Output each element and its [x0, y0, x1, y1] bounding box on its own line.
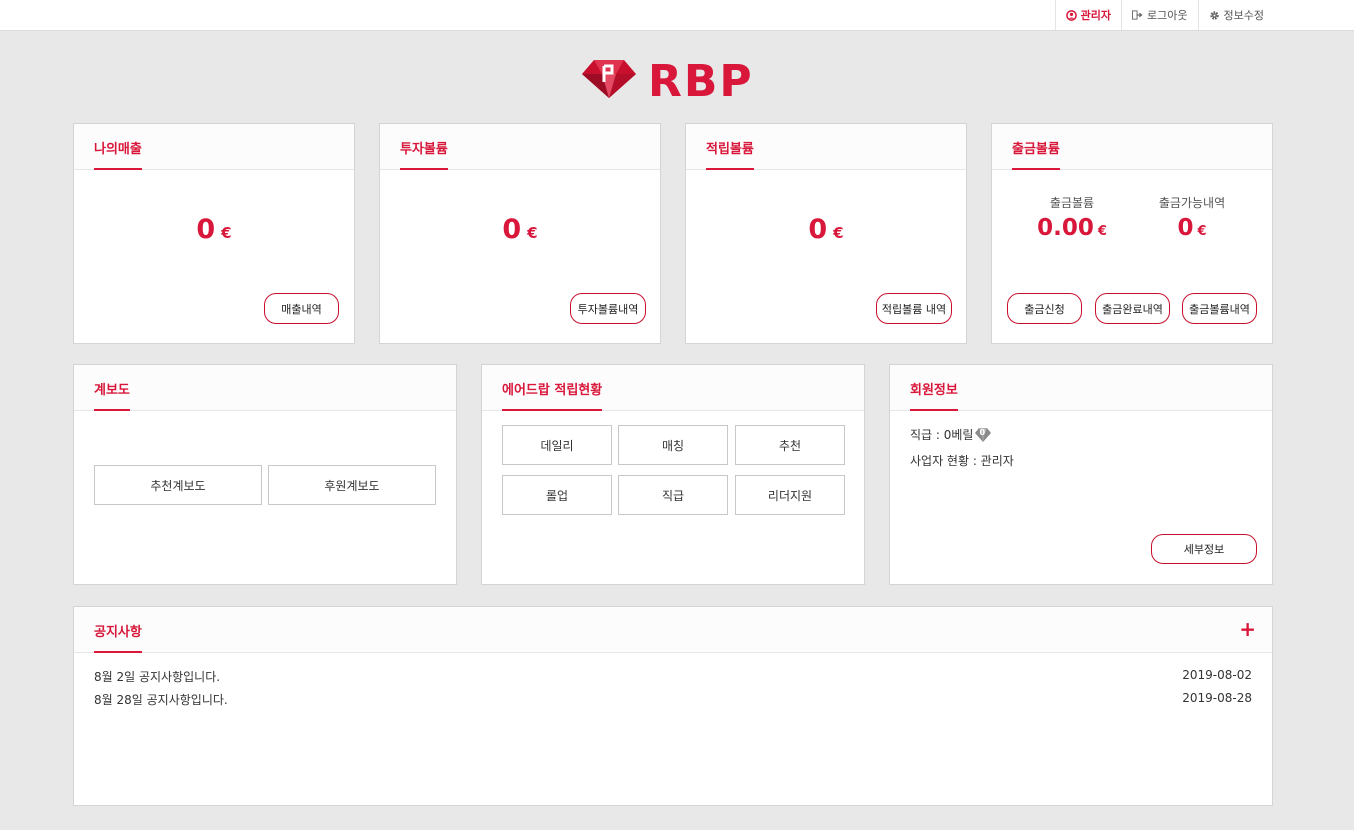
notice-item-title[interactable]: 8월 2일 공지사항입니다.	[94, 668, 220, 685]
invest-history-button[interactable]: 투자볼륨내역	[570, 293, 646, 324]
accum-card: 적립볼륨 0 € 적립볼륨 내역	[685, 123, 967, 344]
sales-amount: 0	[196, 214, 216, 245]
airdrop-leader-button[interactable]: 리더지원	[735, 475, 845, 515]
sales-history-button[interactable]: 매출내역	[264, 293, 339, 324]
admin-label: 관리자	[1080, 9, 1112, 22]
withdraw-available-currency: €	[1197, 224, 1207, 239]
airdrop-panel: 에어드랍 적립현황 데일리 매칭 추천 롤업 직급 리더지원	[481, 364, 865, 585]
withdraw-volume-currency: €	[1097, 224, 1107, 239]
sponsor-tree-button[interactable]: 후원계보도	[268, 465, 436, 505]
withdraw-volume-value: 0.00	[1037, 215, 1094, 241]
top-bar: 관리자 로그아웃 정보수정	[0, 0, 1354, 31]
sales-card-title: 나의매출	[94, 138, 142, 170]
airdrop-referral-button[interactable]: 추천	[735, 425, 845, 465]
withdraw-available-value: 0	[1177, 215, 1194, 241]
accum-value: 0 €	[686, 214, 966, 245]
airdrop-rollup-button[interactable]: 롤업	[502, 475, 612, 515]
invest-amount: 0	[502, 214, 522, 245]
withdraw-volume-label: 출금볼륨	[1049, 196, 1095, 210]
sales-value: 0 €	[74, 214, 354, 245]
admin-link[interactable]: 관리자	[1054, 0, 1121, 30]
notice-item[interactable]: 8월 2일 공지사항입니다. 2019-08-02	[94, 668, 1252, 685]
member-rank: 직급 : 0베릴 0	[910, 426, 992, 443]
invest-currency: €	[527, 224, 538, 242]
edit-info-label: 정보수정	[1223, 9, 1264, 22]
logout-link[interactable]: 로그아웃	[1121, 0, 1197, 30]
rank-badge: 0	[979, 427, 986, 437]
edit-info-link[interactable]: 정보수정	[1197, 0, 1274, 30]
logo-text: RBP	[648, 56, 754, 102]
accum-amount: 0	[808, 214, 828, 245]
notice-item-date: 2019-08-28	[1182, 691, 1252, 705]
member-panel: 회원정보 직급 : 0베릴 0 사업자 현황 : 관리자 세부정보	[889, 364, 1273, 585]
withdraw-card: 출금볼륨 출금볼륨 0.00 € 출금가능내역 0 € 출금신청 출금완료내역 출금…	[991, 123, 1273, 344]
beryl-gem-icon: 0	[974, 427, 992, 443]
notice-item[interactable]: 8월 28일 공지사항입니다. 2019-08-28	[94, 691, 1252, 708]
withdraw-available-label: 출금가능내역	[1158, 196, 1226, 210]
notice-panel-title: 공지사항	[94, 621, 142, 653]
notice-panel: 공지사항 + 8월 2일 공지사항입니다. 2019-08-02 8월 28일 …	[73, 606, 1273, 806]
logo[interactable]: RBP	[580, 52, 770, 102]
notice-more-plus-icon[interactable]: +	[1239, 619, 1256, 639]
invest-card: 투자볼륨 0 € 투자볼륨내역	[379, 123, 661, 344]
notice-item-date: 2019-08-02	[1182, 668, 1252, 682]
member-rank-label: 직급 : 0베릴	[910, 428, 974, 442]
invest-card-title: 투자볼륨	[400, 138, 448, 170]
accum-history-button[interactable]: 적립볼륨 내역	[876, 293, 952, 324]
member-business: 사업자 현황 : 관리자	[910, 454, 1014, 468]
sales-currency: €	[221, 224, 232, 242]
top-nav: 관리자 로그아웃 정보수정	[1054, 0, 1274, 30]
notice-item-title[interactable]: 8월 28일 공지사항입니다.	[94, 691, 228, 708]
airdrop-daily-button[interactable]: 데일리	[502, 425, 612, 465]
sign-out-icon	[1132, 10, 1143, 20]
withdraw-complete-history-button[interactable]: 출금완료내역	[1095, 293, 1170, 324]
sales-card: 나의매출 0 € 매출내역	[73, 123, 355, 344]
withdraw-request-button[interactable]: 출금신청	[1007, 293, 1082, 324]
invest-value: 0 €	[380, 214, 660, 245]
gear-icon	[1209, 10, 1220, 21]
withdraw-card-title: 출금볼륨	[1012, 138, 1060, 170]
withdraw-volume-history-button[interactable]: 출금볼륨내역	[1182, 293, 1257, 324]
accum-card-title: 적립볼륨	[706, 138, 754, 170]
airdrop-rank-button[interactable]: 직급	[618, 475, 728, 515]
withdraw-volume: 출금볼륨 0.00 €	[1012, 194, 1132, 241]
member-panel-title: 회원정보	[910, 379, 958, 411]
airdrop-panel-title: 에어드랍 적립현황	[502, 379, 603, 411]
referral-tree-button[interactable]: 추천계보도	[94, 465, 262, 505]
logout-label: 로그아웃	[1147, 9, 1188, 22]
member-detail-button[interactable]: 세부정보	[1151, 534, 1257, 564]
user-circle-icon	[1065, 9, 1077, 21]
tree-panel: 계보도 추천계보도 후원계보도	[73, 364, 457, 585]
airdrop-matching-button[interactable]: 매칭	[618, 425, 728, 465]
withdraw-available: 출금가능내역 0 €	[1132, 194, 1252, 241]
tree-panel-title: 계보도	[94, 379, 130, 411]
ruby-gem-icon: RBP	[582, 56, 754, 102]
accum-currency: €	[833, 224, 844, 242]
